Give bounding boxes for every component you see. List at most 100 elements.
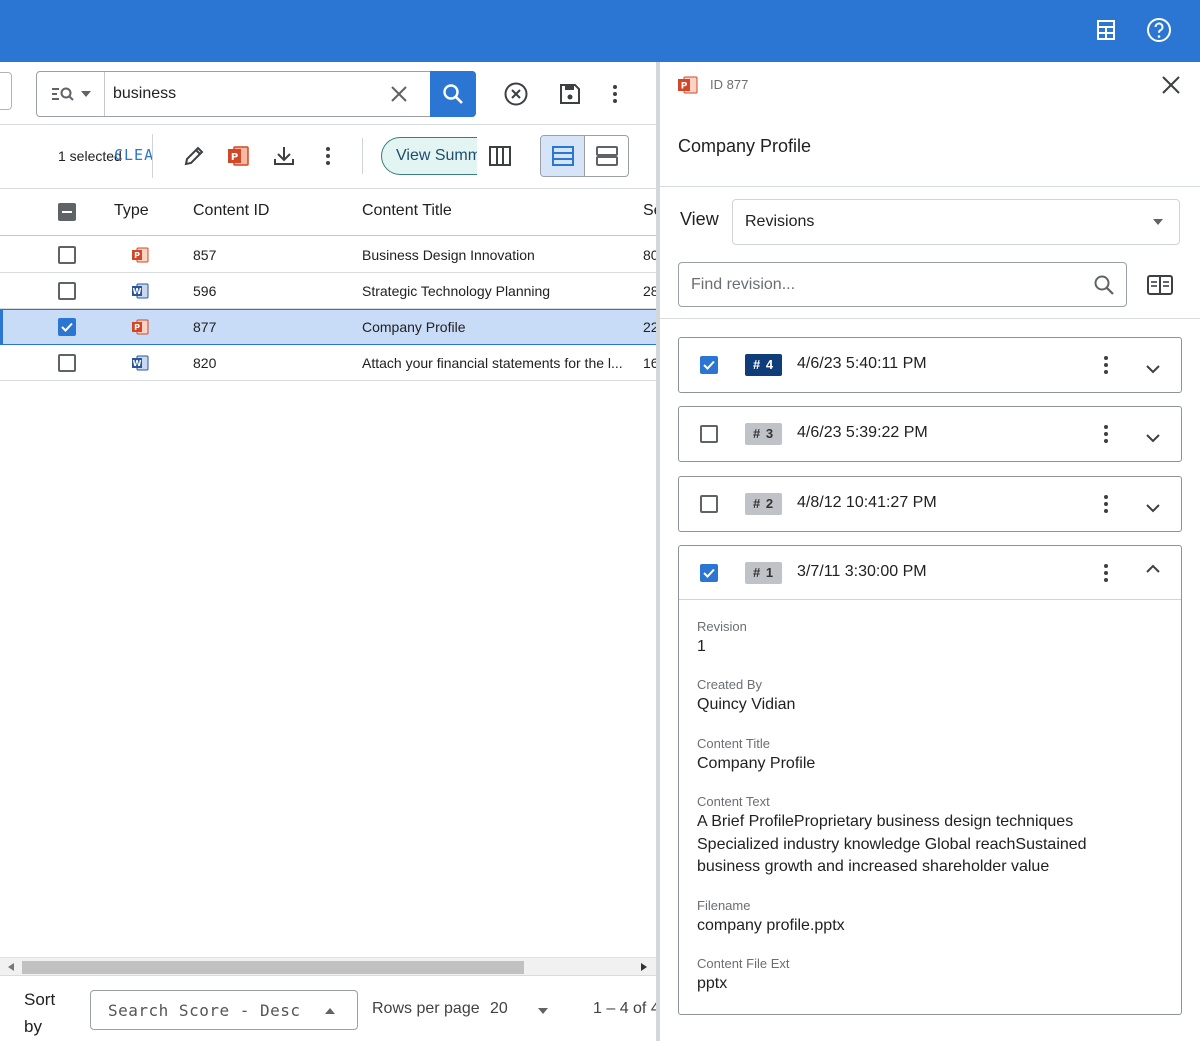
- content-id: 820: [193, 355, 217, 371]
- svg-text:P: P: [134, 251, 140, 260]
- search-button[interactable]: [430, 71, 476, 117]
- compact-rows-icon[interactable]: [541, 136, 585, 176]
- more-vert-icon[interactable]: [1094, 492, 1118, 516]
- field-value-created-by: Quincy Vidian: [697, 696, 796, 713]
- powerpoint-icon[interactable]: P: [222, 140, 254, 172]
- toolbar-separator: [152, 134, 153, 178]
- horizontal-scrollbar[interactable]: [0, 957, 656, 975]
- column-header-type[interactable]: Type: [114, 202, 149, 220]
- comfortable-rows-icon[interactable]: [585, 136, 628, 176]
- row-checkbox[interactable]: [58, 318, 76, 336]
- content-title: Attach your financial statements for the…: [362, 355, 623, 371]
- revision-checkbox[interactable]: [700, 356, 718, 374]
- svg-text:P: P: [681, 82, 688, 92]
- column-header-score[interactable]: Se: [643, 202, 656, 220]
- collapse-handle[interactable]: [0, 72, 12, 110]
- column-header-content-id[interactable]: Content ID: [193, 202, 269, 220]
- row-checkbox[interactable]: [58, 246, 76, 264]
- revision-checkbox[interactable]: [700, 425, 718, 443]
- chevron-down-icon[interactable]: [1141, 495, 1165, 519]
- field-value-filename: company profile.pptx: [697, 917, 845, 934]
- powerpoint-icon: P: [132, 247, 149, 263]
- table-row-selected[interactable]: P 877 Company Profile 22: [0, 309, 656, 345]
- sort-select[interactable]: Search Score - Desc: [90, 990, 358, 1030]
- powerpoint-icon: P: [678, 76, 698, 94]
- detail-divider: [660, 186, 1200, 187]
- field-value-file-ext: pptx: [697, 975, 728, 992]
- field-value-revision: 1: [697, 638, 706, 655]
- revision-card[interactable]: # 3 4/6/23 5:39:22 PM: [678, 406, 1182, 462]
- table-row[interactable]: P 857 Business Design Innovation 80: [0, 237, 656, 273]
- more-vert-icon[interactable]: [312, 140, 344, 172]
- compare-revisions-icon[interactable]: [1144, 269, 1176, 301]
- view-label: View: [680, 209, 719, 229]
- svg-text:P: P: [231, 152, 238, 163]
- view-summary-button[interactable]: View Summary: [381, 137, 477, 175]
- chevron-down-icon: [538, 1008, 548, 1014]
- revision-checkbox[interactable]: [700, 564, 718, 582]
- columns-icon[interactable]: [484, 140, 516, 172]
- search-mode-icon: [51, 87, 74, 101]
- results-pane: 1 selected CLEAR P View Summary Type Con…: [0, 62, 656, 1041]
- edit-icon[interactable]: [178, 140, 210, 172]
- pagination-range: 1 – 4 of 4: [593, 1000, 656, 1017]
- revision-card[interactable]: # 4 4/6/23 5:40:11 PM: [678, 337, 1182, 393]
- content-title: Strategic Technology Planning: [362, 283, 551, 299]
- field-label-content-title: Content Title: [697, 736, 770, 751]
- svg-text:P: P: [134, 323, 140, 332]
- scroll-left-icon[interactable]: [8, 963, 14, 971]
- revision-checkbox[interactable]: [700, 495, 718, 513]
- sort-select-value: Search Score - Desc: [108, 1000, 301, 1020]
- scroll-right-icon[interactable]: [641, 963, 647, 971]
- chevron-down-icon: [1153, 219, 1163, 225]
- select-all-checkbox[interactable]: [58, 203, 76, 221]
- chevron-up-icon[interactable]: [1141, 558, 1165, 582]
- view-select-value: Revisions: [745, 213, 815, 230]
- detail-pane: P ID 877 Company Profile View Revisions …: [660, 62, 1200, 1041]
- row-checkbox[interactable]: [58, 282, 76, 300]
- chevron-down-icon[interactable]: [1141, 425, 1165, 449]
- find-revision-box: [678, 262, 1127, 307]
- more-vert-icon[interactable]: [599, 78, 631, 110]
- field-value-content-text: A Brief ProfileProprietary business desi…: [697, 813, 1087, 875]
- detail-title: Company Profile: [678, 136, 812, 156]
- score: 22: [643, 319, 656, 335]
- score: 28: [643, 283, 656, 299]
- detail-id: ID 877: [710, 77, 749, 92]
- calculator-icon[interactable]: [1091, 15, 1121, 45]
- revision-badge: # 2: [745, 493, 783, 515]
- revision-date: 4/8/12 10:41:27 PM: [797, 494, 937, 511]
- selected-count: 1 selected: [58, 148, 122, 164]
- more-vert-icon[interactable]: [1094, 353, 1118, 377]
- search-mode-dropdown[interactable]: [37, 72, 105, 116]
- find-revision-input[interactable]: [691, 269, 1081, 301]
- save-icon[interactable]: [554, 78, 586, 110]
- score: 80: [643, 247, 656, 263]
- row-checkbox[interactable]: [58, 354, 76, 372]
- cancel-circle-icon[interactable]: [500, 78, 532, 110]
- chevron-down-icon[interactable]: [1141, 356, 1165, 380]
- table-row[interactable]: W 596 Strategic Technology Planning 28: [0, 273, 656, 309]
- more-vert-icon[interactable]: [1094, 561, 1118, 585]
- search-icon[interactable]: [1093, 274, 1115, 296]
- help-icon[interactable]: [1144, 15, 1174, 45]
- revision-card-header[interactable]: # 1 3/7/11 3:30:00 PM: [679, 546, 1181, 600]
- rows-per-page-select[interactable]: 20: [490, 1000, 548, 1018]
- download-icon[interactable]: [268, 140, 300, 172]
- more-vert-icon[interactable]: [1094, 422, 1118, 446]
- word-icon: W: [132, 283, 149, 299]
- view-select[interactable]: Revisions: [732, 199, 1180, 245]
- table-row[interactable]: W 820 Attach your financial statements f…: [0, 345, 656, 381]
- clear-icon[interactable]: [387, 82, 411, 106]
- revision-card[interactable]: # 2 4/8/12 10:41:27 PM: [678, 476, 1182, 532]
- rows-per-page-value: 20: [490, 1000, 508, 1017]
- score: 16: [643, 355, 656, 371]
- search-input[interactable]: [113, 78, 383, 110]
- revision-badge: # 4: [745, 354, 783, 376]
- revision-badge: # 3: [745, 423, 783, 445]
- close-icon[interactable]: [1158, 72, 1184, 98]
- scrollbar-thumb[interactable]: [22, 961, 524, 974]
- clear-selection-button[interactable]: CLEAR: [114, 146, 152, 164]
- powerpoint-icon: P: [132, 319, 149, 335]
- column-header-content-title[interactable]: Content Title: [362, 202, 452, 220]
